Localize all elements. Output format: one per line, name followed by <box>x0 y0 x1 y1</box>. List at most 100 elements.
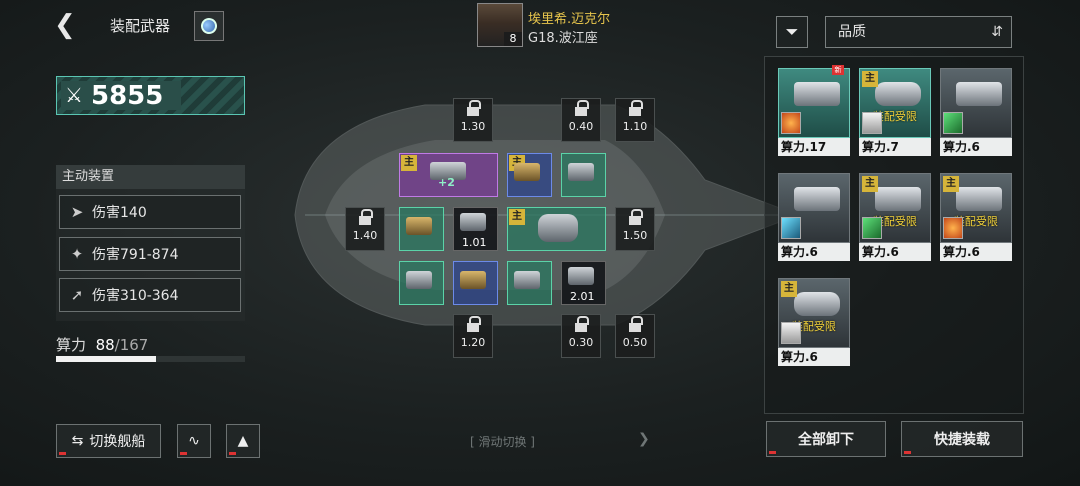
module-icon <box>568 267 594 285</box>
compute-bar-fill <box>56 356 156 362</box>
chevron-right-icon[interactable]: ❯ <box>638 431 650 447</box>
planet-icon <box>198 15 220 37</box>
compute-used: 88 <box>95 336 115 354</box>
device-row[interactable]: ✦ 伤害791-874 <box>59 237 241 271</box>
captain-portrait[interactable]: 8 <box>477 3 523 47</box>
page-title: 装配武器 <box>110 17 171 35</box>
grade-icon <box>781 322 801 344</box>
locked-slot[interactable]: 0.50 <box>615 314 655 358</box>
weapon-icon <box>514 163 540 181</box>
device-row[interactable]: ➤ 伤害140 <box>59 195 241 229</box>
locked-slot[interactable]: 1.30 <box>453 98 493 142</box>
grade-icon <box>862 217 882 239</box>
slot-value: 0.50 <box>622 336 648 349</box>
device-row[interactable]: ➚ 伤害310-364 <box>59 278 241 312</box>
inventory-card[interactable]: 主 ⚠装配受限 算力.7 <box>859 68 931 158</box>
locked-slot[interactable]: 1.50 <box>615 207 655 251</box>
module-icon <box>460 213 486 231</box>
filter-icon: ⏷ <box>785 22 799 41</box>
equipped-weapon[interactable] <box>507 261 552 305</box>
slot-value: 1.30 <box>460 120 486 133</box>
captain-name: 埃里希.迈克尔 <box>528 12 611 27</box>
card-caption: 算力.6 <box>940 243 1012 261</box>
ship-name: G18.波江座 <box>528 31 598 46</box>
module-value: 2.01 <box>570 290 595 303</box>
equipped-weapon[interactable] <box>561 153 606 197</box>
grade-icon <box>943 217 963 239</box>
weapon-icon <box>794 292 840 316</box>
main-badge: 主 <box>943 176 959 192</box>
equipped-weapon[interactable]: 主 <box>507 153 552 197</box>
equipped-weapon[interactable] <box>399 261 444 305</box>
weapon-icon <box>514 271 540 289</box>
emblem-button[interactable]: ▲ <box>226 424 260 458</box>
locked-slot[interactable]: 0.40 <box>561 98 601 142</box>
inventory-card[interactable]: 新 算力.17 <box>778 65 850 158</box>
grade-icon <box>943 112 963 134</box>
slot-value: 1.20 <box>460 336 486 349</box>
power-value: 5855 <box>91 81 164 111</box>
weapon-icon <box>875 82 921 106</box>
unload-all-button[interactable]: 全部卸下 <box>766 421 886 457</box>
equipped-module[interactable]: 2.01 <box>561 261 606 305</box>
slot-value: 0.40 <box>568 120 594 133</box>
quick-equip-button[interactable]: 快捷装载 <box>901 421 1023 457</box>
weapon-icon <box>460 271 486 289</box>
swap-icon: ⇆ <box>71 433 84 449</box>
inventory-card[interactable]: 主 ⚠装配受限 算力.6 <box>859 173 931 263</box>
switch-ship-button[interactable]: ⇆ 切换舰船 <box>56 424 161 458</box>
locked-slot[interactable]: 1.40 <box>345 207 385 251</box>
slot-value: 1.40 <box>352 229 378 242</box>
main-badge: 主 <box>509 209 525 225</box>
inventory-card[interactable]: 主 ⚠装配受限 算力.6 <box>778 278 850 368</box>
weapon-icon <box>406 217 432 235</box>
weapon-icon <box>875 187 921 211</box>
card-caption: 算力.6 <box>859 243 931 261</box>
equipped-weapon[interactable]: 主 <box>507 207 606 251</box>
card-caption: 算力.6 <box>940 138 1012 156</box>
locked-slot[interactable]: 1.10 <box>615 98 655 142</box>
weapon-icon <box>794 187 840 211</box>
crossed-swords-icon: ⚔ <box>65 83 83 107</box>
equipped-module[interactable]: 1.01 <box>453 207 498 251</box>
compute-stat: 算力 88/167 <box>56 334 148 355</box>
unload-all-label: 全部卸下 <box>798 432 854 448</box>
weapon-icon <box>406 271 432 289</box>
weapon-icon <box>956 82 1002 106</box>
filter-button[interactable]: ⏷ <box>776 16 808 48</box>
waveform-button[interactable]: ∿ <box>177 424 211 458</box>
inventory-card[interactable]: 算力.6 <box>778 173 850 263</box>
inventory-card[interactable]: 主 ⚠装配受限 算力.6 <box>940 173 1012 263</box>
device-label: 伤害140 <box>92 205 147 221</box>
locked-slot[interactable]: 1.20 <box>453 314 493 358</box>
new-tag: 新 <box>832 65 844 75</box>
equipped-weapon[interactable]: 主 +2 <box>399 153 498 197</box>
claw-icon: ✦ <box>70 245 84 263</box>
weapon-icon <box>956 187 1002 211</box>
card-caption: 算力.7 <box>859 138 931 156</box>
grade-icon <box>781 112 801 134</box>
planet-button[interactable] <box>194 11 224 41</box>
upgrade-level: +2 <box>438 176 455 189</box>
main-badge: 主 <box>862 71 878 87</box>
main-badge: 主 <box>862 176 878 192</box>
equipped-weapon[interactable] <box>453 261 498 305</box>
sort-label: 品质 <box>838 24 866 40</box>
active-devices-heading: 主动装置 <box>56 165 245 189</box>
device-label: 伤害791-874 <box>92 247 179 263</box>
waveform-icon: ∿ <box>188 433 200 449</box>
inventory-card[interactable]: 算力.6 <box>940 68 1012 158</box>
compute-label: 算力 <box>56 336 87 354</box>
captain-level: 8 <box>504 32 522 46</box>
weapon-icon <box>568 163 594 181</box>
cannon-icon: ➤ <box>70 203 84 221</box>
grade-icon <box>862 112 882 134</box>
back-button[interactable]: ❮ <box>54 12 82 40</box>
sort-toggle-icon: ⇵ <box>991 24 1003 40</box>
slot-value: 1.50 <box>622 229 648 242</box>
equipped-weapon[interactable] <box>399 207 444 251</box>
slot-value: 1.10 <box>622 120 648 133</box>
slot-value: 0.30 <box>568 336 594 349</box>
sort-dropdown[interactable]: 品质 ⇵ <box>825 16 1012 48</box>
locked-slot[interactable]: 0.30 <box>561 314 601 358</box>
